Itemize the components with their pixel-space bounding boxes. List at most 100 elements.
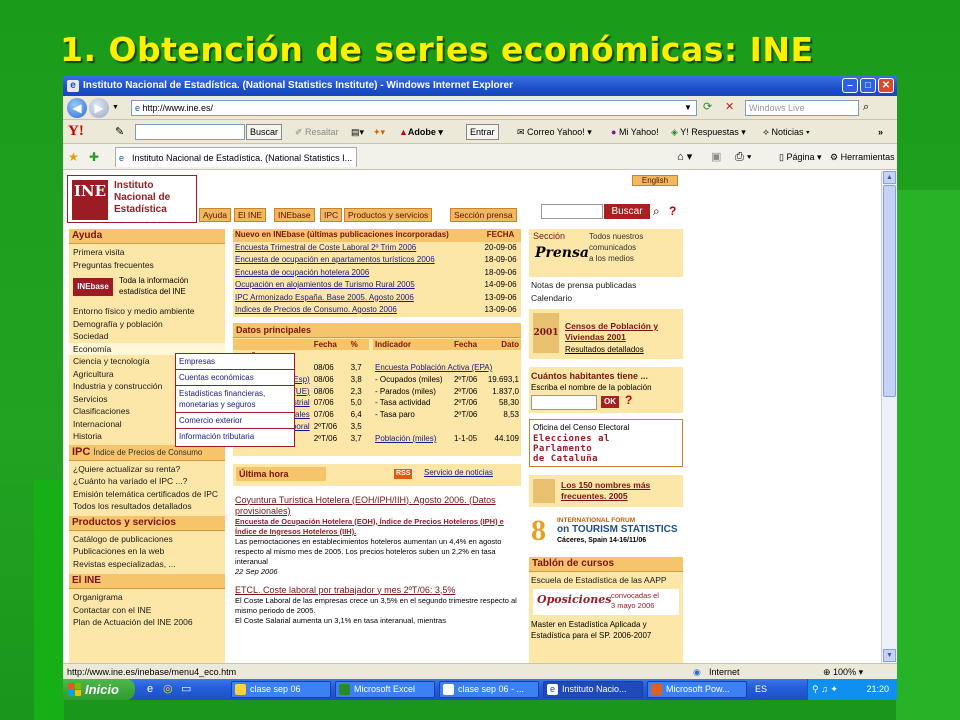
primera-visita-link[interactable]: Primera visita bbox=[69, 246, 225, 259]
favorites-star-icon[interactable]: ★ bbox=[68, 149, 79, 165]
ipc-link[interactable]: Todos los resultados detallados bbox=[69, 500, 225, 513]
prensa-link[interactable]: Notas de prensa publicadas bbox=[529, 279, 683, 292]
rss-link[interactable]: Servicio de noticias bbox=[424, 467, 493, 479]
oposiciones-banner[interactable]: Oposiciones convocadas el 3 mayo 2006 bbox=[533, 588, 679, 615]
productos-link[interactable]: Revistas especializadas, ... bbox=[69, 558, 225, 571]
url-dropdown-icon[interactable]: ▼ bbox=[684, 100, 692, 116]
ipc-link[interactable]: ¿Quiere actualizar su renta? bbox=[69, 463, 225, 476]
chevron-down-icon[interactable]: ▼ bbox=[112, 100, 119, 116]
yahoo-search-input[interactable] bbox=[135, 124, 245, 140]
censos-link[interactable]: Resultados detallados bbox=[565, 345, 644, 354]
topic-link[interactable]: Entorno físico y medio ambiente bbox=[69, 305, 225, 318]
stop-icon[interactable]: ✕ bbox=[725, 99, 734, 115]
news-title[interactable]: ETCL. Coste laboral por trabajador y mes… bbox=[235, 585, 519, 596]
start-button[interactable]: Inicio bbox=[63, 679, 135, 700]
close-button[interactable]: ✕ bbox=[878, 78, 894, 93]
tab-ayuda[interactable]: Ayuda bbox=[199, 208, 231, 222]
mi-yahoo-button[interactable]: ● Mi Yahoo! bbox=[611, 124, 659, 140]
habitantes-ok-button[interactable]: OK bbox=[601, 396, 619, 408]
correo-button[interactable]: ✉ Correo Yahoo! ▾ bbox=[517, 124, 592, 140]
submenu-item[interactable]: Estadísticas financieras, monetarias y s… bbox=[176, 386, 294, 413]
rss-icon[interactable]: RSS bbox=[394, 468, 413, 479]
news-link[interactable]: Encuesta Trimestral de Coste Laboral 2º … bbox=[233, 242, 480, 255]
tray-icons[interactable]: ⚲ ♫ ✦ bbox=[812, 679, 838, 700]
task-powerpoint[interactable]: Microsoft Pow... bbox=[647, 681, 747, 698]
english-link[interactable]: English bbox=[632, 175, 678, 186]
layout-icon[interactable]: ▤▾ bbox=[351, 124, 364, 140]
topic-link[interactable]: Demografía y población bbox=[69, 318, 225, 331]
productos-link[interactable]: Publicaciones en la web bbox=[69, 545, 225, 558]
noticias-button[interactable]: ⟡ Noticias ▾ bbox=[763, 124, 810, 140]
nombres-box[interactable]: Los 150 nombres más frecuentes. 2005 bbox=[529, 475, 683, 507]
maximize-button[interactable]: □ bbox=[860, 78, 876, 93]
tab-el-ine[interactable]: El INE bbox=[234, 208, 267, 222]
task-clase[interactable]: clase sep 06 bbox=[231, 681, 331, 698]
print-icon[interactable]: ⎙ ▾ bbox=[735, 149, 751, 165]
ine-logo[interactable]: INE Instituto Nacional de Estadística bbox=[67, 175, 197, 223]
window-title-bar[interactable]: e Instituto Nacional de Estadística. (Na… bbox=[63, 76, 897, 96]
el-ine-link[interactable]: Organigrama bbox=[69, 591, 225, 604]
submenu-item[interactable]: Información tributaria bbox=[176, 429, 294, 444]
add-favorite-icon[interactable]: ✚ bbox=[89, 149, 99, 165]
prensa-link[interactable]: Calendario bbox=[529, 292, 683, 305]
ie-quicklaunch-icon[interactable]: e bbox=[147, 681, 153, 697]
productos-link[interactable]: Catálogo de publicaciones bbox=[69, 533, 225, 546]
ine-search-input[interactable] bbox=[541, 204, 603, 219]
addon-icon[interactable]: ✦▾ bbox=[373, 124, 385, 140]
el-ine-link[interactable]: Plan de Actuación del INE 2006 bbox=[69, 616, 225, 629]
tab-ine[interactable]: e Instituto Nacional de Estadística. (Na… bbox=[115, 147, 357, 167]
scroll-down-icon[interactable]: ▼ bbox=[883, 649, 896, 662]
news-link[interactable]: Encuesta de ocupación en apartamentos tu… bbox=[233, 254, 480, 267]
tab-ipc[interactable]: IPC bbox=[320, 208, 343, 222]
desktop-quicklaunch-icon[interactable]: ▭ bbox=[181, 681, 191, 697]
search-icon[interactable]: ⌕ bbox=[863, 99, 869, 115]
vertical-scrollbar[interactable]: ▲ ▼ bbox=[881, 171, 897, 663]
master-link[interactable]: Master en Estadística Aplicada y Estadís… bbox=[529, 617, 683, 643]
task-clase-2[interactable]: clase sep 06 - ... bbox=[439, 681, 539, 698]
media-quicklaunch-icon[interactable]: ◎ bbox=[163, 681, 173, 697]
news-link[interactable]: IPC Armonizado España. Base 2005. Agosto… bbox=[233, 292, 480, 305]
pencil-icon[interactable]: ✎ bbox=[115, 124, 124, 140]
adobe-button[interactable]: ▲Adobe ▾ bbox=[399, 124, 443, 140]
scroll-up-icon[interactable]: ▲ bbox=[883, 171, 896, 184]
back-button[interactable]: ◀ bbox=[67, 98, 87, 118]
minimize-button[interactable]: – bbox=[842, 78, 858, 93]
censos-box[interactable]: 2001 Censos de Población y Viviendas 200… bbox=[529, 309, 683, 359]
live-search-input[interactable]: Windows Live bbox=[745, 100, 859, 116]
tab-inebase[interactable]: INEbase bbox=[274, 208, 315, 222]
page-menu-button[interactable]: ▯ Página ▾ bbox=[779, 149, 822, 165]
news-link[interactable]: Indices de Precios de Consumo. Agosto 20… bbox=[233, 304, 480, 317]
tab-productos[interactable]: Productos y servicios bbox=[344, 208, 433, 222]
search-icon[interactable]: ⌕ bbox=[653, 203, 660, 219]
news-link[interactable]: Encuesta de ocupación hotelera 2006 bbox=[233, 267, 480, 280]
tablon-link[interactable]: Escuela de Estadística de las AAPP bbox=[529, 574, 683, 587]
submenu-item[interactable]: Cuentas económicas bbox=[176, 370, 294, 386]
ipc-link[interactable]: Emisión telemática certificados de IPC bbox=[69, 488, 225, 501]
ipc-link[interactable]: ¿Cuánto ha variado el IPC ...? bbox=[69, 475, 225, 488]
help-icon[interactable]: ? bbox=[625, 393, 632, 407]
home-icon[interactable]: ⌂ ▾ bbox=[677, 149, 692, 165]
feeds-icon[interactable]: ▣ bbox=[711, 149, 721, 165]
resaltar-button[interactable]: ✐ Resaltar bbox=[295, 124, 339, 140]
submenu-item[interactable]: Comercio exterior bbox=[176, 413, 294, 429]
scroll-thumb[interactable] bbox=[883, 185, 896, 397]
news-link[interactable]: Ocupación en alojamientos de Turismo Rur… bbox=[233, 279, 480, 292]
ine-buscar-button[interactable]: Buscar bbox=[604, 204, 650, 219]
entrar-button[interactable]: Entrar bbox=[466, 124, 499, 140]
tools-menu-button[interactable]: ⚙ Herramientas ▾ bbox=[830, 149, 897, 165]
submenu-item[interactable]: Empresas bbox=[176, 354, 294, 370]
news-subtitle[interactable]: Encuesta de Ocupación Hotelera (EOH), Ín… bbox=[235, 517, 519, 537]
refresh-icon[interactable]: ⟳ bbox=[703, 99, 712, 115]
censo-electoral-box[interactable]: Oficina del Censo Electoral Elecciones a… bbox=[529, 419, 683, 467]
task-excel[interactable]: Microsoft Excel bbox=[335, 681, 435, 698]
url-input[interactable]: e http://www.ine.es/ bbox=[131, 100, 697, 116]
task-ie[interactable]: e Instituto Nacio... bbox=[543, 681, 643, 698]
respuestas-button[interactable]: ◈ Y! Respuestas ▾ bbox=[671, 124, 746, 140]
forward-button[interactable]: ▶ bbox=[89, 98, 109, 118]
yahoo-logo[interactable]: Y! bbox=[68, 123, 84, 140]
nombres-link[interactable]: Los 150 nombres más frecuentes. 2005 bbox=[561, 480, 679, 502]
yahoo-buscar-button[interactable]: Buscar bbox=[246, 124, 283, 140]
forum-banner[interactable]: 8 INTERNATIONAL FORUM on TOURISM STATIST… bbox=[529, 513, 683, 551]
help-icon[interactable]: ? bbox=[669, 203, 676, 219]
habitantes-input[interactable] bbox=[531, 395, 597, 410]
